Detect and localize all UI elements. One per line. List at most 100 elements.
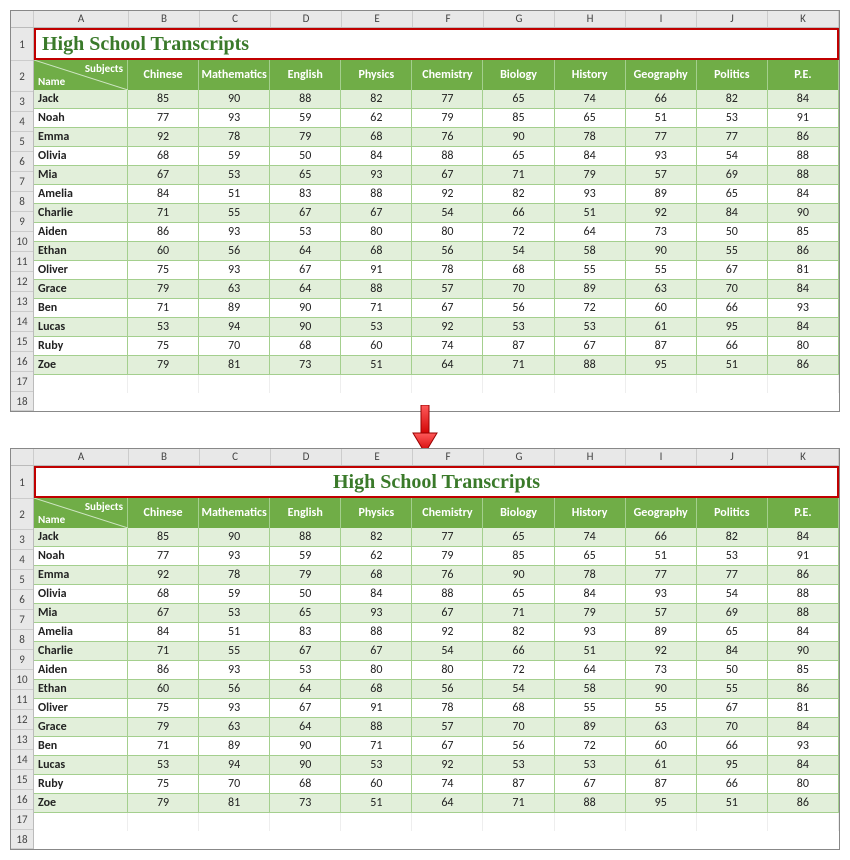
value-cell[interactable]: 68 (341, 566, 412, 585)
value-cell[interactable]: 95 (626, 356, 697, 375)
value-cell[interactable]: 54 (483, 242, 554, 261)
value-cell[interactable]: 66 (626, 528, 697, 547)
value-cell[interactable]: 65 (270, 604, 341, 623)
value-cell[interactable]: 56 (199, 680, 270, 699)
value-cell[interactable]: 55 (555, 699, 626, 718)
value-cell[interactable]: 55 (626, 261, 697, 280)
value-cell[interactable]: 67 (697, 699, 768, 718)
value-cell[interactable]: 84 (555, 147, 626, 166)
name-cell[interactable]: Ben (34, 737, 128, 756)
row-number[interactable]: 5 (11, 132, 33, 152)
value-cell[interactable]: 62 (341, 109, 412, 128)
value-cell[interactable]: 88 (341, 185, 412, 204)
value-cell[interactable]: 75 (128, 337, 199, 356)
value-cell[interactable]: 54 (697, 585, 768, 604)
row-number[interactable]: 2 (11, 499, 33, 530)
value-cell[interactable]: 60 (341, 337, 412, 356)
value-cell[interactable]: 51 (626, 109, 697, 128)
value-cell[interactable]: 86 (768, 680, 839, 699)
row-number[interactable]: 14 (11, 312, 33, 332)
value-cell[interactable]: 55 (626, 699, 697, 718)
name-cell[interactable]: Aiden (34, 661, 128, 680)
value-cell[interactable]: 85 (483, 109, 554, 128)
value-cell[interactable]: 64 (270, 280, 341, 299)
value-cell[interactable]: 53 (270, 661, 341, 680)
name-cell[interactable]: Jack (34, 90, 128, 109)
empty-row[interactable] (34, 813, 839, 831)
name-cell[interactable]: Zoe (34, 356, 128, 375)
value-cell[interactable]: 59 (270, 547, 341, 566)
value-cell[interactable]: 60 (341, 775, 412, 794)
column-header[interactable]: English (270, 60, 341, 90)
value-cell[interactable]: 67 (555, 337, 626, 356)
name-cell[interactable]: Aiden (34, 223, 128, 242)
value-cell[interactable]: 84 (555, 585, 626, 604)
value-cell[interactable]: 90 (768, 204, 839, 223)
value-cell[interactable]: 77 (697, 566, 768, 585)
name-cell[interactable]: Grace (34, 280, 128, 299)
value-cell[interactable]: 66 (483, 642, 554, 661)
value-cell[interactable]: 67 (412, 604, 483, 623)
row-number[interactable]: 1 (11, 466, 33, 499)
value-cell[interactable]: 78 (412, 261, 483, 280)
name-cell[interactable]: Ethan (34, 242, 128, 261)
value-cell[interactable]: 59 (199, 147, 270, 166)
value-cell[interactable]: 84 (341, 147, 412, 166)
value-cell[interactable]: 67 (270, 642, 341, 661)
value-cell[interactable]: 79 (412, 547, 483, 566)
value-cell[interactable]: 51 (199, 185, 270, 204)
value-cell[interactable]: 93 (555, 623, 626, 642)
value-cell[interactable]: 54 (483, 680, 554, 699)
row-number[interactable]: 13 (11, 730, 33, 750)
col-letter[interactable]: K (768, 449, 839, 465)
value-cell[interactable]: 80 (341, 661, 412, 680)
row-number[interactable]: 15 (11, 332, 33, 352)
value-cell[interactable]: 71 (128, 299, 199, 318)
value-cell[interactable]: 70 (697, 718, 768, 737)
value-cell[interactable]: 88 (768, 166, 839, 185)
value-cell[interactable]: 80 (341, 223, 412, 242)
table-row[interactable]: Charlie71556767546651928490 (34, 642, 839, 661)
value-cell[interactable]: 71 (128, 204, 199, 223)
value-cell[interactable]: 93 (199, 223, 270, 242)
value-cell[interactable]: 53 (199, 604, 270, 623)
header-corner-cell[interactable]: SubjectsName (34, 60, 128, 90)
row-number[interactable]: 13 (11, 292, 33, 312)
value-cell[interactable]: 94 (199, 318, 270, 337)
value-cell[interactable]: 80 (412, 223, 483, 242)
title-cell-before[interactable]: High School Transcripts (34, 28, 839, 60)
value-cell[interactable]: 67 (555, 775, 626, 794)
value-cell[interactable]: 68 (128, 585, 199, 604)
value-cell[interactable]: 53 (341, 318, 412, 337)
value-cell[interactable]: 84 (128, 623, 199, 642)
value-cell[interactable]: 53 (697, 547, 768, 566)
value-cell[interactable]: 57 (626, 166, 697, 185)
value-cell[interactable]: 74 (555, 528, 626, 547)
value-cell[interactable]: 66 (697, 737, 768, 756)
name-cell[interactable]: Ben (34, 299, 128, 318)
value-cell[interactable]: 79 (128, 794, 199, 813)
value-cell[interactable]: 79 (555, 166, 626, 185)
value-cell[interactable]: 92 (412, 623, 483, 642)
name-cell[interactable]: Mia (34, 604, 128, 623)
value-cell[interactable]: 71 (483, 356, 554, 375)
column-header[interactable]: English (270, 498, 341, 528)
column-header[interactable]: Mathematics (199, 60, 270, 90)
value-cell[interactable]: 53 (697, 109, 768, 128)
column-header[interactable]: History (555, 60, 626, 90)
column-header[interactable]: Physics (341, 498, 412, 528)
value-cell[interactable]: 92 (412, 756, 483, 775)
column-header[interactable]: Chemistry (412, 60, 483, 90)
value-cell[interactable]: 70 (483, 718, 554, 737)
value-cell[interactable]: 56 (412, 680, 483, 699)
value-cell[interactable]: 51 (626, 547, 697, 566)
name-cell[interactable]: Amelia (34, 623, 128, 642)
value-cell[interactable]: 51 (555, 204, 626, 223)
value-cell[interactable]: 56 (199, 242, 270, 261)
value-cell[interactable]: 79 (128, 356, 199, 375)
table-row[interactable]: Jack85908882776574668284 (34, 528, 839, 547)
row-number[interactable]: 11 (11, 252, 33, 272)
value-cell[interactable]: 70 (483, 280, 554, 299)
value-cell[interactable]: 60 (128, 680, 199, 699)
value-cell[interactable]: 67 (412, 737, 483, 756)
